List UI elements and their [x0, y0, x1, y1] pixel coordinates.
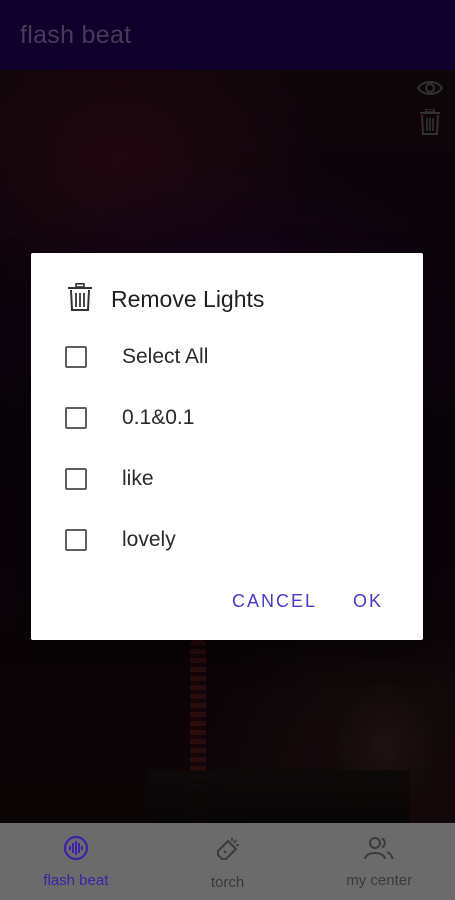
dialog-title: Remove Lights	[111, 286, 265, 312]
flashlight-icon	[214, 835, 242, 868]
dialog-actions: CANCEL OK	[232, 591, 383, 612]
option-light-item[interactable]: lovely	[65, 520, 405, 560]
option-light-item[interactable]: 0.1&0.1	[65, 398, 405, 438]
nav-item-flash-beat[interactable]: flash beat	[0, 823, 152, 900]
nav-label: flash beat	[43, 872, 109, 889]
option-label: lovely	[122, 528, 176, 551]
nav-label: my center	[346, 872, 413, 889]
option-light-item[interactable]: like	[65, 459, 405, 499]
remove-lights-dialog: Remove Lights Select All 0.1&0.1 like lo…	[31, 253, 423, 640]
ok-button[interactable]: OK	[353, 591, 383, 612]
light-checkbox[interactable]	[65, 407, 87, 429]
bottom-navigation: flash beat torch my center	[0, 823, 455, 900]
option-label: 0.1&0.1	[122, 406, 195, 429]
light-checkbox[interactable]	[65, 529, 87, 551]
nav-label: torch	[210, 874, 245, 891]
flash-beat-icon	[63, 835, 89, 866]
option-select-all[interactable]: Select All	[65, 337, 405, 377]
light-checkbox[interactable]	[65, 468, 87, 490]
cancel-button[interactable]: CANCEL	[232, 591, 317, 612]
dialog-header: Remove Lights	[67, 283, 264, 316]
nav-item-my-center[interactable]: my center	[303, 823, 455, 900]
nav-item-torch[interactable]: torch	[152, 823, 304, 900]
option-label: Select All	[122, 345, 209, 368]
option-label: like	[122, 467, 154, 490]
trash-icon	[67, 283, 93, 316]
people-icon	[363, 835, 395, 866]
select-all-checkbox[interactable]	[65, 346, 87, 368]
